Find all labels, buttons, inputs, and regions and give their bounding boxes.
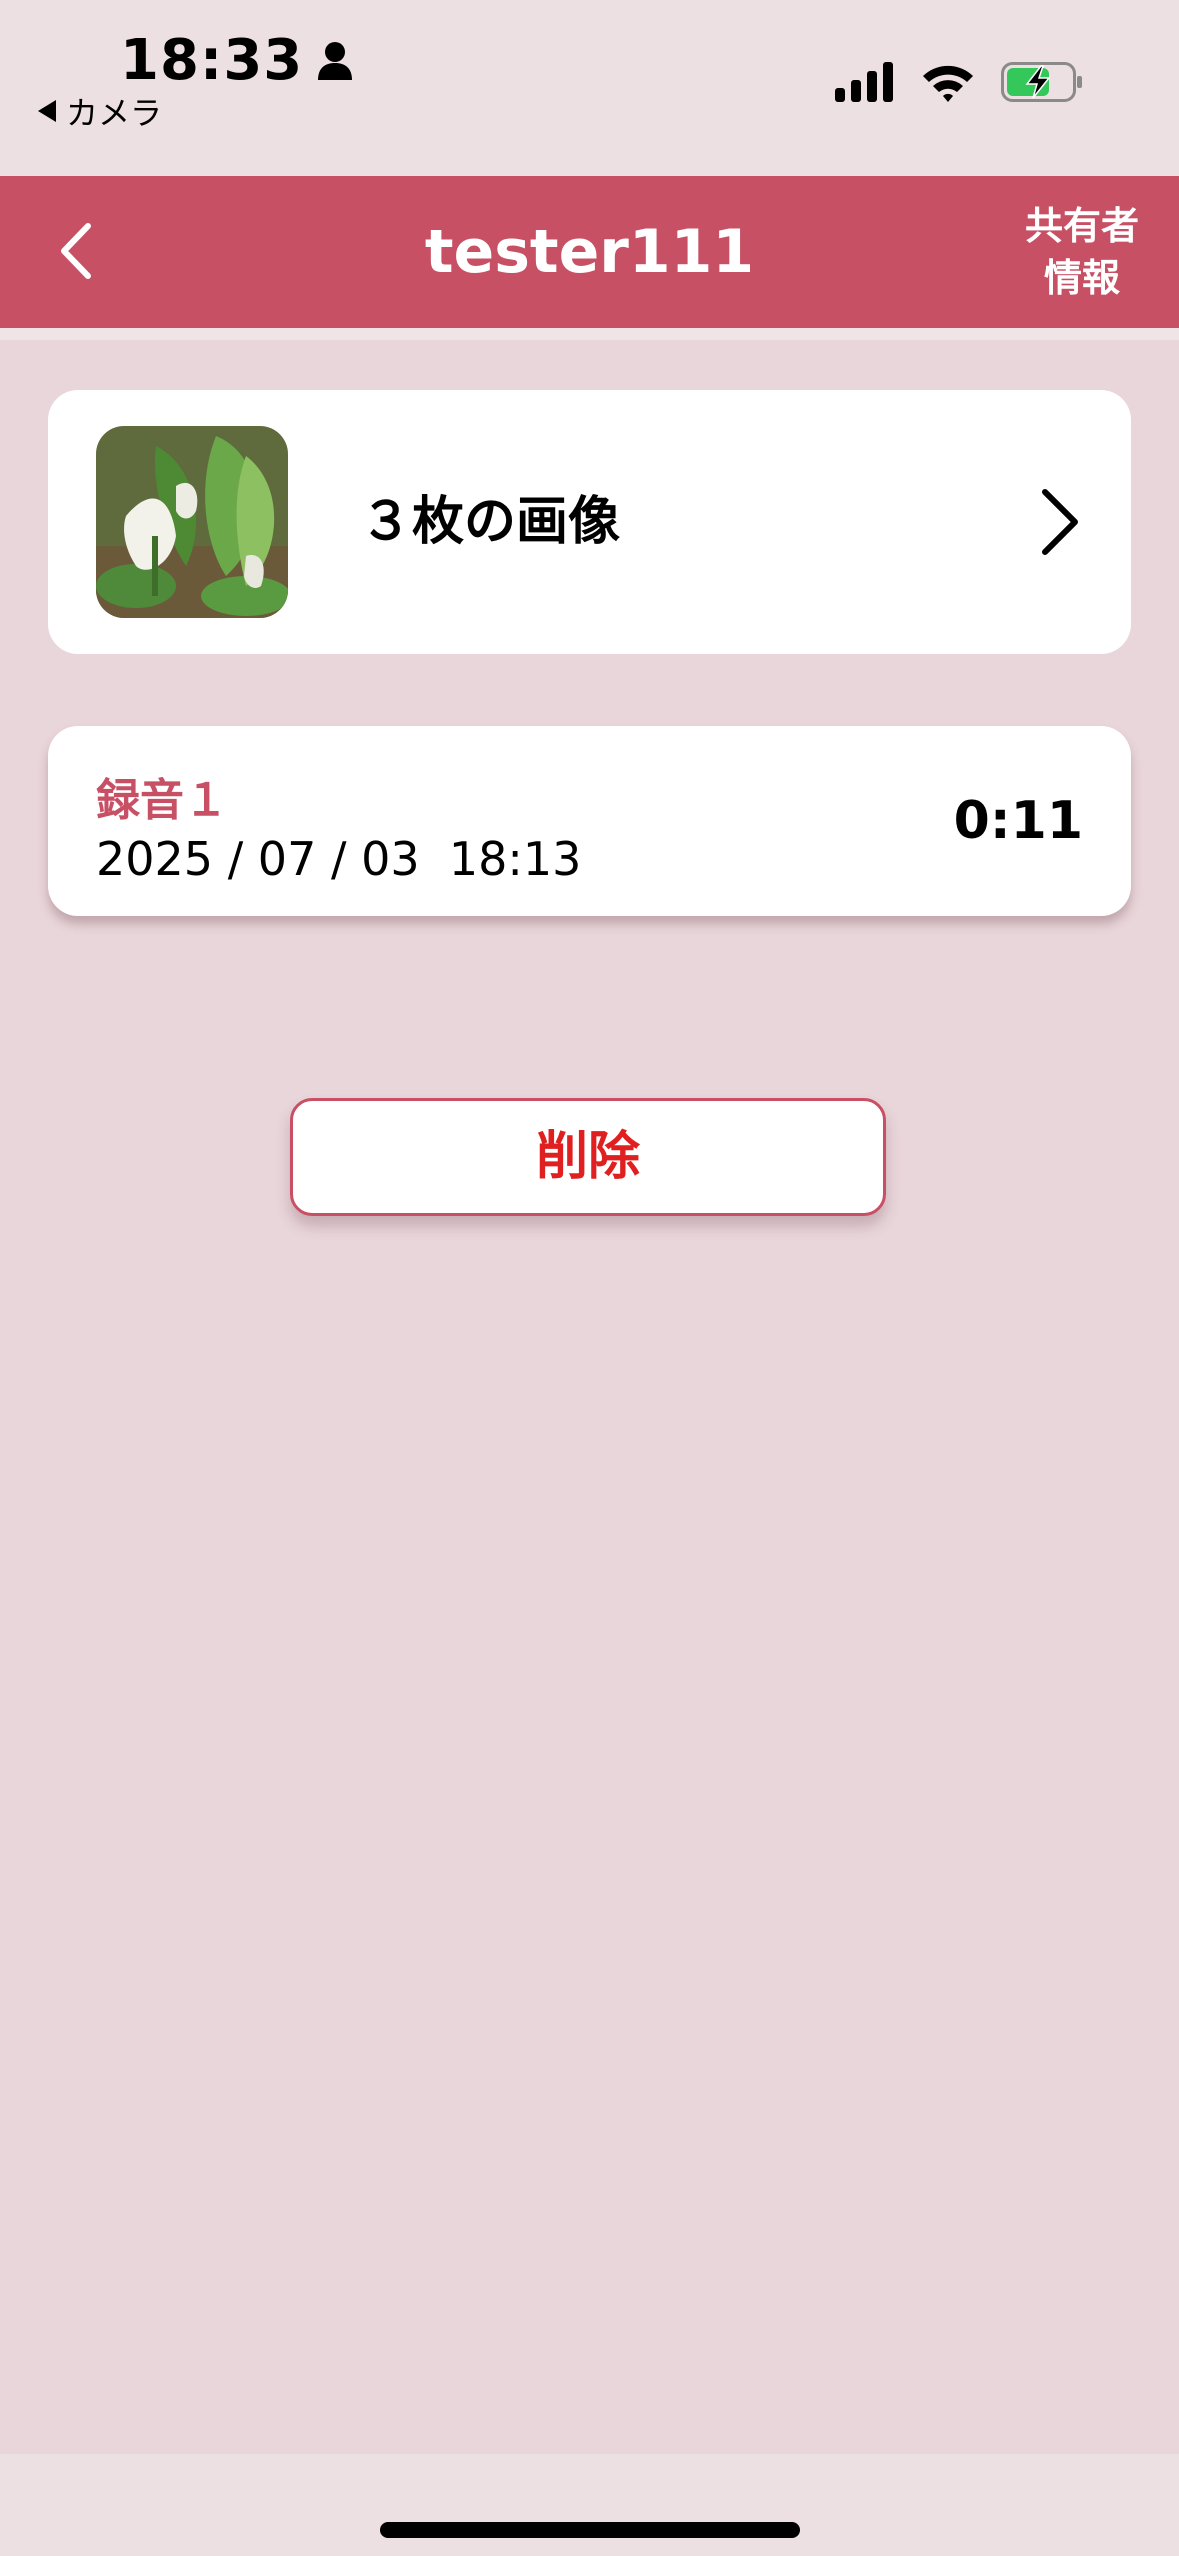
nav-bar: tester111 共有者 情報 bbox=[0, 176, 1179, 328]
status-time: 18:33 bbox=[120, 28, 304, 93]
cellular-signal-icon bbox=[835, 62, 893, 102]
back-triangle-icon bbox=[38, 100, 56, 122]
back-to-app-link[interactable]: カメラ bbox=[38, 88, 162, 134]
recording-duration: 0:11 bbox=[953, 791, 1083, 851]
recording-date: 2025 / 07 / 03 18:13 bbox=[96, 832, 582, 886]
share-info-button[interactable]: 共有者 情報 bbox=[1007, 200, 1157, 304]
status-indicators bbox=[835, 62, 1083, 102]
nav-divider bbox=[0, 328, 1179, 340]
home-indicator[interactable] bbox=[380, 2522, 800, 2538]
wifi-icon bbox=[923, 65, 973, 102]
plant-photo-thumbnail bbox=[96, 426, 288, 618]
chevron-right-icon bbox=[1042, 489, 1078, 555]
share-button-line1: 共有者 bbox=[1024, 204, 1139, 248]
back-app-label: カメラ bbox=[66, 94, 163, 132]
person-icon bbox=[318, 41, 353, 80]
status-bar: 18:33 カメラ bbox=[0, 0, 1179, 176]
images-count-label: ３枚の画像 bbox=[360, 492, 621, 552]
page-title: tester111 bbox=[424, 217, 755, 287]
delete-button[interactable]: 削除 bbox=[290, 1098, 886, 1216]
recording-title: 録音１ bbox=[96, 775, 228, 826]
share-button-line2: 情報 bbox=[1043, 256, 1120, 300]
home-indicator-area bbox=[0, 2454, 1179, 2556]
image-thumbnail bbox=[96, 426, 288, 618]
status-time-row: 18:33 bbox=[120, 28, 353, 93]
images-card[interactable]: ３枚の画像 bbox=[48, 390, 1131, 654]
battery-charging-icon bbox=[1001, 62, 1082, 102]
recording-item[interactable]: 録音１ 2025 / 07 / 03 18:13 0:11 bbox=[48, 726, 1131, 916]
